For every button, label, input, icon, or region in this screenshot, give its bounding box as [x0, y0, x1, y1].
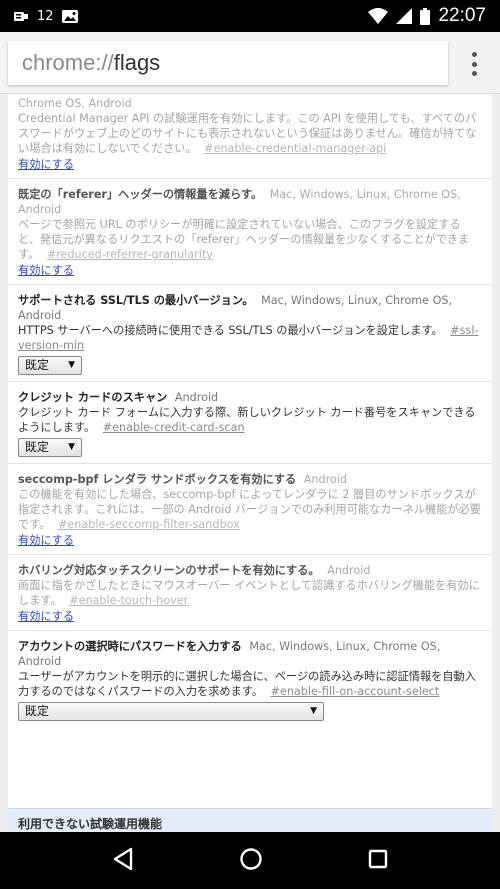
unavailable-section-header: 利用できない試験運用機能	[8, 808, 492, 832]
flag-entry: サポートされる SSL/TLS の最小バージョン。 Mac, Windows, …	[8, 285, 492, 382]
flag-select[interactable]: 既定 ▼	[18, 702, 324, 721]
flag-entry: アカウントの選択時にパスワードを入力する Mac, Windows, Linux…	[8, 631, 492, 727]
select-value: 既定	[25, 440, 50, 454]
flag-entry: クレジット カードのスキャン Android クレジット カード フォームに入力…	[8, 382, 492, 464]
wifi-icon	[368, 8, 389, 24]
flag-name: クレジット カードのスキャン	[18, 391, 168, 404]
flag-select[interactable]: 既定 ▼	[18, 356, 82, 375]
dropdown-arrow-icon: ▼	[310, 706, 317, 716]
flag-entry: 既定の「referer」ヘッダーの情報量を減らす。 Mac, Windows, …	[8, 179, 492, 285]
flag-name: 既定の「referer」ヘッダーの情報量を減らす。	[18, 188, 263, 201]
dropdown-arrow-icon: ▼	[68, 360, 75, 370]
home-icon[interactable]	[239, 847, 263, 875]
flag-anchor-link[interactable]: #enable-touch-hover	[69, 594, 188, 607]
photo-icon	[61, 9, 78, 23]
section-title: 利用できない試験運用機能	[18, 817, 163, 831]
flag-platforms: Chrome OS, Android	[18, 97, 132, 110]
flag-platforms: Android	[327, 564, 371, 577]
flag-anchor-link[interactable]: #enable-credential-manager-api	[204, 142, 386, 155]
url-bar[interactable]: chrome://flags	[8, 41, 448, 85]
browser-toolbar: chrome://flags	[0, 32, 500, 94]
enable-link[interactable]: 有効にする	[18, 533, 74, 548]
more-vert-icon[interactable]	[470, 52, 478, 76]
url-scheme: chrome://	[22, 50, 114, 75]
enable-link[interactable]: 有効にする	[18, 609, 74, 624]
flag-platforms: Android	[303, 473, 347, 486]
flags-page[interactable]: Chrome OS, Android Credential Manager AP…	[0, 94, 500, 832]
back-icon[interactable]	[112, 847, 134, 875]
url-host: flags	[113, 50, 161, 75]
status-bar: 12 22:07	[0, 0, 500, 32]
clock: 22:07	[438, 5, 486, 26]
select-value: 既定	[25, 358, 50, 372]
flag-name: seccomp-bpf レンダラ サンドボックスを有効にする	[18, 473, 297, 486]
battery-icon	[420, 7, 431, 25]
flag-anchor-link[interactable]: #enable-fill-on-account-select	[271, 685, 440, 698]
dropdown-arrow-icon: ▼	[68, 442, 75, 452]
flag-anchor-link[interactable]: #enable-seccomp-filter-sandbox	[58, 518, 240, 531]
flag-entry: Chrome OS, Android Credential Manager AP…	[8, 94, 492, 179]
enable-link[interactable]: 有効にする	[18, 157, 74, 172]
flag-name: サポートされる SSL/TLS の最小バージョン。	[18, 294, 254, 307]
recents-icon[interactable]	[368, 849, 388, 873]
notification-icon	[14, 10, 29, 22]
flags-list: Chrome OS, Android Credential Manager AP…	[8, 94, 492, 832]
flag-description: クレジット カード フォームに入力する際、新しいクレジット カード番号をスキャン…	[18, 406, 476, 434]
flag-name: アカウントの選択時にパスワードを入力する	[18, 640, 242, 653]
flag-name: ホバリング対応タッチスクリーンのサポートを有効にする。	[18, 564, 320, 577]
flag-entry: seccomp-bpf レンダラ サンドボックスを有効にする Android こ…	[8, 464, 492, 555]
flag-anchor-link[interactable]: #reduced-referrer-granularity	[47, 248, 213, 261]
flag-platforms: Android	[174, 391, 219, 404]
signal-icon	[396, 8, 413, 24]
flag-anchor-link[interactable]: #enable-credit-card-scan	[103, 421, 245, 434]
enable-link[interactable]: 有効にする	[18, 263, 74, 278]
flag-entry: ホバリング対応タッチスクリーンのサポートを有効にする。 Android 画面に指…	[8, 555, 492, 631]
notification-count: 12	[37, 8, 54, 24]
select-value: 既定	[25, 704, 50, 718]
flag-description: HTTPS サーバーへの接続時に使用できる SSL/TLS の最小バージョンを設…	[18, 324, 443, 337]
flag-select[interactable]: 既定 ▼	[18, 438, 82, 457]
navigation-bar	[0, 832, 500, 889]
